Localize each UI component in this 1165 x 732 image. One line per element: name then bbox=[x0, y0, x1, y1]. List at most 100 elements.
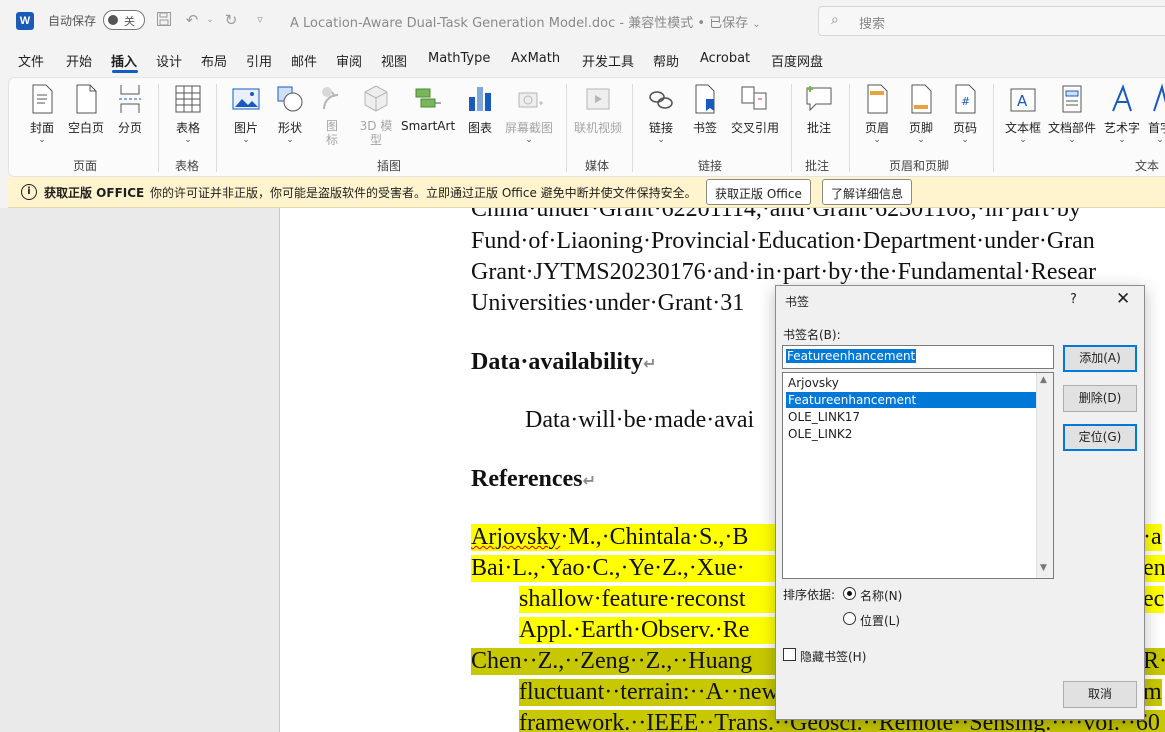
help-icon[interactable]: ? bbox=[1070, 292, 1077, 307]
icons-button[interactable]: 图标 bbox=[317, 83, 347, 147]
reference-line: Arjovsky·M.,·Chintala·S.,·B bbox=[471, 524, 781, 551]
group-separator bbox=[791, 84, 792, 172]
search-box[interactable]: ⌕ 搜索 bbox=[818, 6, 1165, 36]
add-bookmark-button[interactable]: 添加(A) bbox=[1063, 345, 1137, 372]
scroll-up-icon[interactable]: ▲ bbox=[1040, 375, 1047, 385]
cover-page-icon bbox=[32, 84, 53, 114]
dialog-title: 书签 bbox=[785, 295, 810, 309]
group-separator bbox=[632, 84, 633, 172]
tab-insert[interactable]: 插入 bbox=[111, 51, 137, 70]
undo-dropdown-icon[interactable]: ⌄ bbox=[201, 11, 219, 29]
page-number-icon: # bbox=[955, 84, 976, 114]
close-icon[interactable]: ✕ bbox=[1116, 289, 1130, 309]
tab-file[interactable]: 文件 bbox=[18, 51, 44, 70]
reference-line: Appl.·Earth·Observ.·Re bbox=[519, 617, 781, 644]
ribbon-tabs: 文件 开始 插入 设计 布局 引用 邮件 审阅 视图 MathType AxMa… bbox=[0, 42, 1165, 76]
textbox-button[interactable]: A 文本框 ⌄ bbox=[1004, 83, 1042, 145]
sort-by-name-radio[interactable] bbox=[843, 587, 856, 600]
group-separator bbox=[993, 84, 994, 172]
icons-icon bbox=[322, 87, 339, 110]
picture-button[interactable]: 图片 ⌄ bbox=[231, 83, 261, 145]
tab-review[interactable]: 审阅 bbox=[336, 51, 362, 70]
sort-by-name-label[interactable]: 名称(N) bbox=[860, 587, 902, 604]
toggle-knob bbox=[108, 15, 118, 25]
table-button[interactable]: 表格 ⌄ bbox=[173, 83, 203, 145]
quick-parts-button[interactable]: 文档部件 ⌄ bbox=[1047, 83, 1097, 145]
tab-help[interactable]: 帮助 bbox=[653, 51, 679, 70]
tab-layout[interactable]: 布局 bbox=[201, 51, 227, 70]
list-scrollbar[interactable]: ▲ ▼ bbox=[1036, 373, 1053, 578]
list-item[interactable]: Arjovsky bbox=[786, 375, 1037, 391]
cancel-button[interactable]: 取消 bbox=[1063, 681, 1137, 708]
goto-bookmark-button[interactable]: 定位(G) bbox=[1063, 424, 1137, 451]
drop-cap-icon bbox=[1153, 83, 1165, 112]
tab-references[interactable]: 引用 bbox=[246, 51, 272, 70]
save-icon[interactable] bbox=[155, 11, 173, 29]
blank-page-button[interactable]: 空白页 bbox=[67, 83, 105, 136]
hidden-bookmarks-label[interactable]: 隐藏书签(H) bbox=[800, 648, 866, 665]
cross-reference-button[interactable]: 交叉引用 bbox=[729, 83, 781, 136]
tab-baidu-netdisk[interactable]: 百度网盘 bbox=[771, 51, 823, 70]
table-icon bbox=[175, 85, 201, 113]
info-icon: i bbox=[21, 184, 37, 200]
list-item[interactable]: OLE_LINK2 bbox=[786, 426, 1037, 442]
reference-line-tail: ·a bbox=[1143, 524, 1162, 551]
online-video-button[interactable]: 联机视频 bbox=[573, 83, 623, 136]
sort-by-location-radio[interactable] bbox=[843, 612, 856, 625]
group-label-text: 文本 bbox=[1135, 159, 1160, 173]
chevron-down-icon: ⌄ bbox=[1118, 135, 1126, 145]
learn-more-button[interactable]: 了解详细信息 bbox=[822, 179, 913, 205]
cover-page-button[interactable]: 封面 ⌄ bbox=[27, 83, 57, 145]
autosave-state: 关 bbox=[124, 15, 135, 28]
tab-mailings[interactable]: 邮件 bbox=[291, 51, 317, 70]
autosave-toggle[interactable]: 关 bbox=[103, 10, 145, 30]
tab-home[interactable]: 开始 bbox=[66, 51, 92, 70]
page-number-button[interactable]: # 页码 ⌄ bbox=[950, 83, 980, 145]
svg-text:#: # bbox=[961, 95, 970, 108]
infobar-message: 你的许可证并非正版，你可能是盗版软件的受害者。立即通过正版 Office 避免中… bbox=[150, 186, 697, 200]
group-label-illustrations: 插图 bbox=[377, 159, 402, 173]
scroll-down-icon[interactable]: ▼ bbox=[1040, 563, 1047, 573]
screenshot-icon bbox=[518, 92, 543, 108]
3d-models-button[interactable]: 3D 模型 bbox=[359, 83, 393, 147]
tab-axmath[interactable]: AxMath bbox=[511, 51, 560, 66]
delete-bookmark-button[interactable]: 删除(D) bbox=[1063, 385, 1137, 412]
wordart-button[interactable]: 艺术字 ⌄ bbox=[1103, 83, 1141, 145]
tab-acrobat[interactable]: Acrobat bbox=[700, 51, 750, 66]
shapes-icon bbox=[277, 86, 303, 112]
header-button[interactable]: 页眉 ⌄ bbox=[862, 83, 892, 145]
quick-parts-icon bbox=[1062, 85, 1082, 113]
smartart-button[interactable]: SmartArt bbox=[401, 83, 455, 133]
tab-developer[interactable]: 开发工具 bbox=[582, 51, 634, 70]
group-label-media: 媒体 bbox=[585, 159, 610, 173]
group-label-pages: 页面 bbox=[73, 159, 98, 173]
shapes-button[interactable]: 形状 ⌄ bbox=[275, 83, 305, 145]
bookmark-button[interactable]: 书签 bbox=[690, 83, 720, 136]
new-comment-button[interactable]: 批注 bbox=[804, 83, 834, 136]
customize-toolbar-icon[interactable]: ▿ bbox=[251, 11, 269, 29]
sort-by-location-label[interactable]: 位置(L) bbox=[860, 612, 900, 629]
undo-icon[interactable]: ↶ bbox=[183, 11, 201, 29]
hidden-bookmarks-checkbox[interactable] bbox=[783, 648, 796, 661]
redo-icon[interactable]: ↻ bbox=[222, 11, 240, 29]
list-item-selected[interactable]: Featureenhancement bbox=[786, 392, 1037, 408]
group-label-tables: 表格 bbox=[175, 159, 200, 173]
tab-mathtype[interactable]: MathType bbox=[428, 51, 490, 66]
footer-button[interactable]: 页脚 ⌄ bbox=[906, 83, 936, 145]
drop-cap-button[interactable]: 首字⌄ bbox=[1145, 83, 1165, 145]
reference-line: shallow·feature·reconst bbox=[519, 586, 781, 613]
document-title[interactable]: A Location-Aware Dual-Task Generation Mo… bbox=[290, 12, 761, 31]
screenshot-button[interactable]: 屏幕截图 ⌄ bbox=[503, 83, 555, 145]
tab-design[interactable]: 设计 bbox=[156, 51, 182, 70]
link-button[interactable]: 链接 ⌄ bbox=[646, 83, 676, 145]
chevron-down-icon: ⌄ bbox=[961, 135, 969, 145]
bookmark-name-input[interactable]: Featureenhancement bbox=[782, 345, 1054, 369]
bookmark-list[interactable]: Arjovsky Featureenhancement OLE_LINK17 O… bbox=[782, 372, 1054, 579]
page-break-button[interactable]: 分页 bbox=[115, 83, 145, 136]
get-genuine-office-button[interactable]: 获取正版 Office bbox=[706, 179, 811, 205]
list-item[interactable]: OLE_LINK17 bbox=[786, 409, 1037, 425]
license-warning-bar: i 获取正版 OFFICE 你的许可证并非正版，你可能是盗版软件的受害者。立即通… bbox=[8, 177, 1165, 208]
chart-button[interactable]: 图表 bbox=[465, 83, 495, 136]
bookmark-name-label: 书签名(B): bbox=[783, 328, 841, 342]
tab-view[interactable]: 视图 bbox=[381, 51, 407, 70]
